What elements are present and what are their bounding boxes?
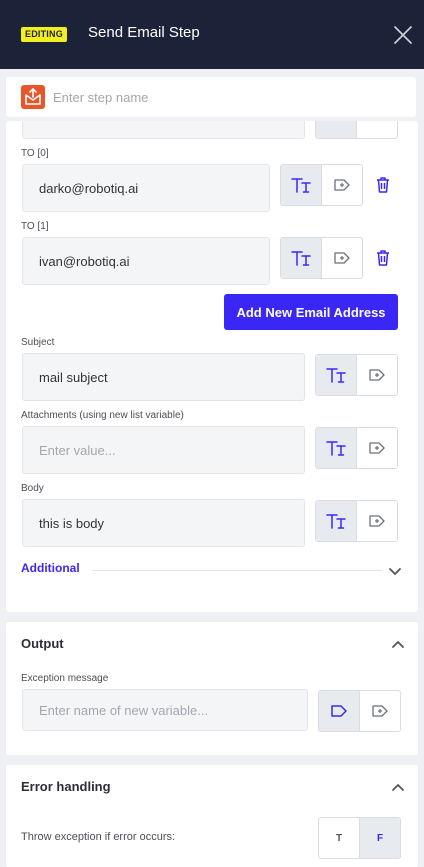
attachments-label: Attachments (using new list variable)	[21, 410, 184, 421]
scrolled-field[interactable]	[22, 121, 305, 139]
variable-tag-icon[interactable]	[356, 501, 397, 541]
body-mode-toggle[interactable]	[315, 500, 398, 542]
variable-tag-icon[interactable]	[356, 355, 397, 395]
delete-to-0-icon[interactable]	[375, 176, 391, 194]
to-1-field[interactable]: ivan@robotiq.ai	[22, 237, 270, 285]
close-icon[interactable]	[392, 24, 414, 46]
subject-label: Subject	[21, 337, 55, 348]
email-settings-card: TO [0] darko@robotiq.ai TO [1] ivan@robo…	[6, 121, 418, 612]
panel-header: EDITING Send Email Step	[0, 0, 424, 69]
variable-mode-button[interactable]	[356, 121, 397, 138]
scrolled-field-mode-toggle[interactable]	[315, 121, 398, 139]
email-step-icon	[21, 85, 45, 109]
text-mode-button[interactable]	[316, 121, 356, 138]
error-handling-title: Error handling	[21, 779, 111, 794]
text-mode-icon[interactable]	[281, 165, 321, 205]
attachments-mode-toggle[interactable]	[315, 427, 398, 469]
exception-message-field[interactable]: Enter name of new variable...	[22, 689, 308, 731]
throw-exception-toggle[interactable]: T F	[318, 817, 401, 859]
body-label: Body	[21, 483, 44, 494]
step-name-bar	[6, 77, 416, 117]
subject-field[interactable]: mail subject	[22, 353, 305, 401]
add-email-address-button[interactable]: Add New Email Address	[224, 294, 398, 330]
exception-message-label: Exception message	[21, 673, 109, 684]
chevron-up-icon[interactable]	[391, 779, 405, 797]
additional-divider	[92, 570, 382, 571]
text-mode-icon[interactable]	[281, 238, 321, 278]
step-name-input[interactable]	[53, 87, 393, 107]
panel-title: Send Email Step	[88, 24, 200, 41]
text-mode-icon[interactable]	[316, 428, 356, 468]
chevron-up-icon[interactable]	[391, 636, 405, 654]
to-0-label: TO [0]	[21, 148, 49, 159]
attachments-field[interactable]: Enter value...	[22, 426, 305, 474]
output-section-title: Output	[21, 636, 64, 651]
variable-tag-icon[interactable]	[356, 428, 397, 468]
text-mode-icon[interactable]	[316, 501, 356, 541]
output-card: Output Exception message Enter name of n…	[6, 622, 418, 755]
text-mode-icon[interactable]	[316, 355, 356, 395]
additional-toggle[interactable]: Additional	[21, 561, 80, 575]
editing-badge: EDITING	[21, 27, 67, 42]
to-1-mode-toggle[interactable]	[280, 237, 363, 279]
body-field[interactable]: this is body	[22, 499, 305, 547]
variable-tag-icon[interactable]	[321, 238, 362, 278]
subject-mode-toggle[interactable]	[315, 354, 398, 396]
error-handling-card: Error handling Throw exception if error …	[6, 765, 418, 867]
variable-tag-icon[interactable]	[359, 691, 400, 731]
to-0-mode-toggle[interactable]	[280, 164, 363, 206]
to-0-field[interactable]: darko@robotiq.ai	[22, 164, 270, 212]
label-tag-icon[interactable]	[319, 691, 359, 731]
false-option[interactable]: F	[359, 818, 400, 858]
throw-exception-label: Throw exception if error occurs:	[21, 831, 176, 843]
delete-to-1-icon[interactable]	[375, 249, 391, 267]
true-option[interactable]: T	[319, 818, 359, 858]
chevron-down-icon[interactable]	[388, 564, 402, 582]
variable-tag-icon[interactable]	[321, 165, 362, 205]
exception-mode-toggle[interactable]	[318, 690, 401, 732]
to-1-label: TO [1]	[21, 221, 49, 232]
